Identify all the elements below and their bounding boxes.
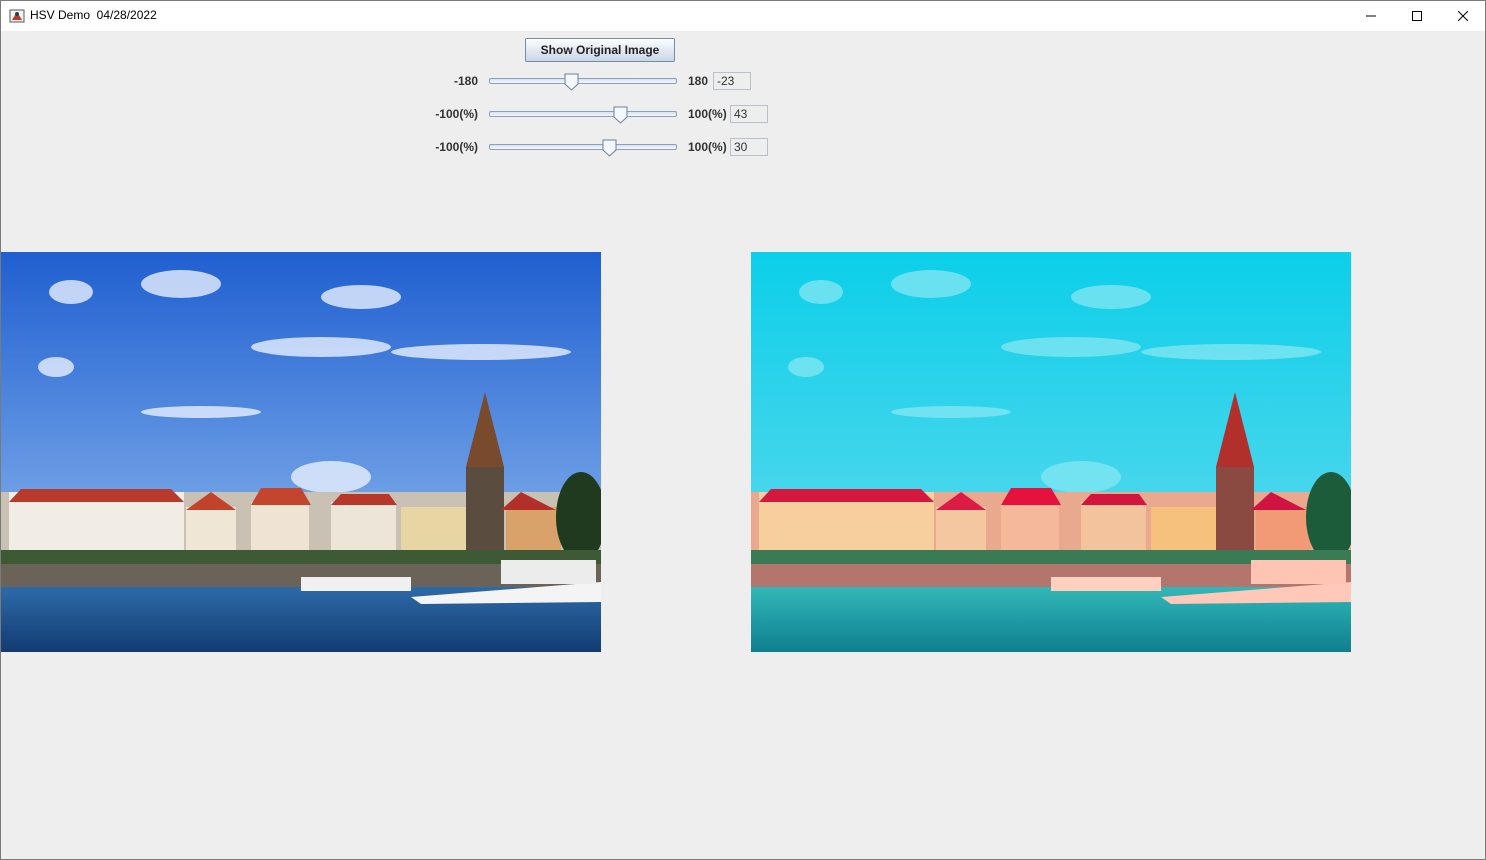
maximize-icon (1412, 11, 1422, 21)
slider-track (489, 111, 677, 117)
title-bar[interactable]: HSV Demo 04/28/2022 (1, 1, 1485, 31)
adjusted-image (751, 252, 1351, 652)
hue-min-label: -180 (453, 74, 478, 88)
maximize-button[interactable] (1394, 1, 1440, 31)
close-icon (1458, 11, 1468, 21)
minimize-button[interactable] (1348, 1, 1394, 31)
minimize-icon (1366, 15, 1376, 17)
value-min-label: -100(%) (435, 140, 478, 154)
hue-value-field[interactable]: -23 (713, 72, 751, 90)
original-image (1, 252, 601, 652)
saturation-min-label: -100(%) (435, 107, 478, 121)
slider-thumb[interactable] (613, 106, 628, 124)
slider-thumb[interactable] (602, 139, 617, 157)
saturation-max-label: 100(%) (688, 107, 727, 121)
value-value-field[interactable]: 30 (730, 138, 768, 156)
hue-max-label: 180 (688, 74, 709, 88)
saturation-value-field[interactable]: 43 (730, 105, 768, 123)
value-max-label: 100(%) (688, 140, 727, 154)
show-original-image-button[interactable]: Show Original Image (525, 38, 675, 62)
window-title: HSV Demo 04/28/2022 (30, 8, 157, 22)
close-button[interactable] (1440, 1, 1485, 31)
slider-track (489, 144, 677, 150)
slider-thumb[interactable] (564, 73, 579, 91)
java-app-icon (9, 8, 25, 24)
hue-slider[interactable] (489, 73, 677, 93)
value-slider[interactable] (489, 139, 677, 159)
saturation-slider[interactable] (489, 106, 677, 126)
slider-track (489, 78, 677, 84)
app-window: HSV Demo 04/28/2022 Show Original Image … (0, 0, 1486, 860)
